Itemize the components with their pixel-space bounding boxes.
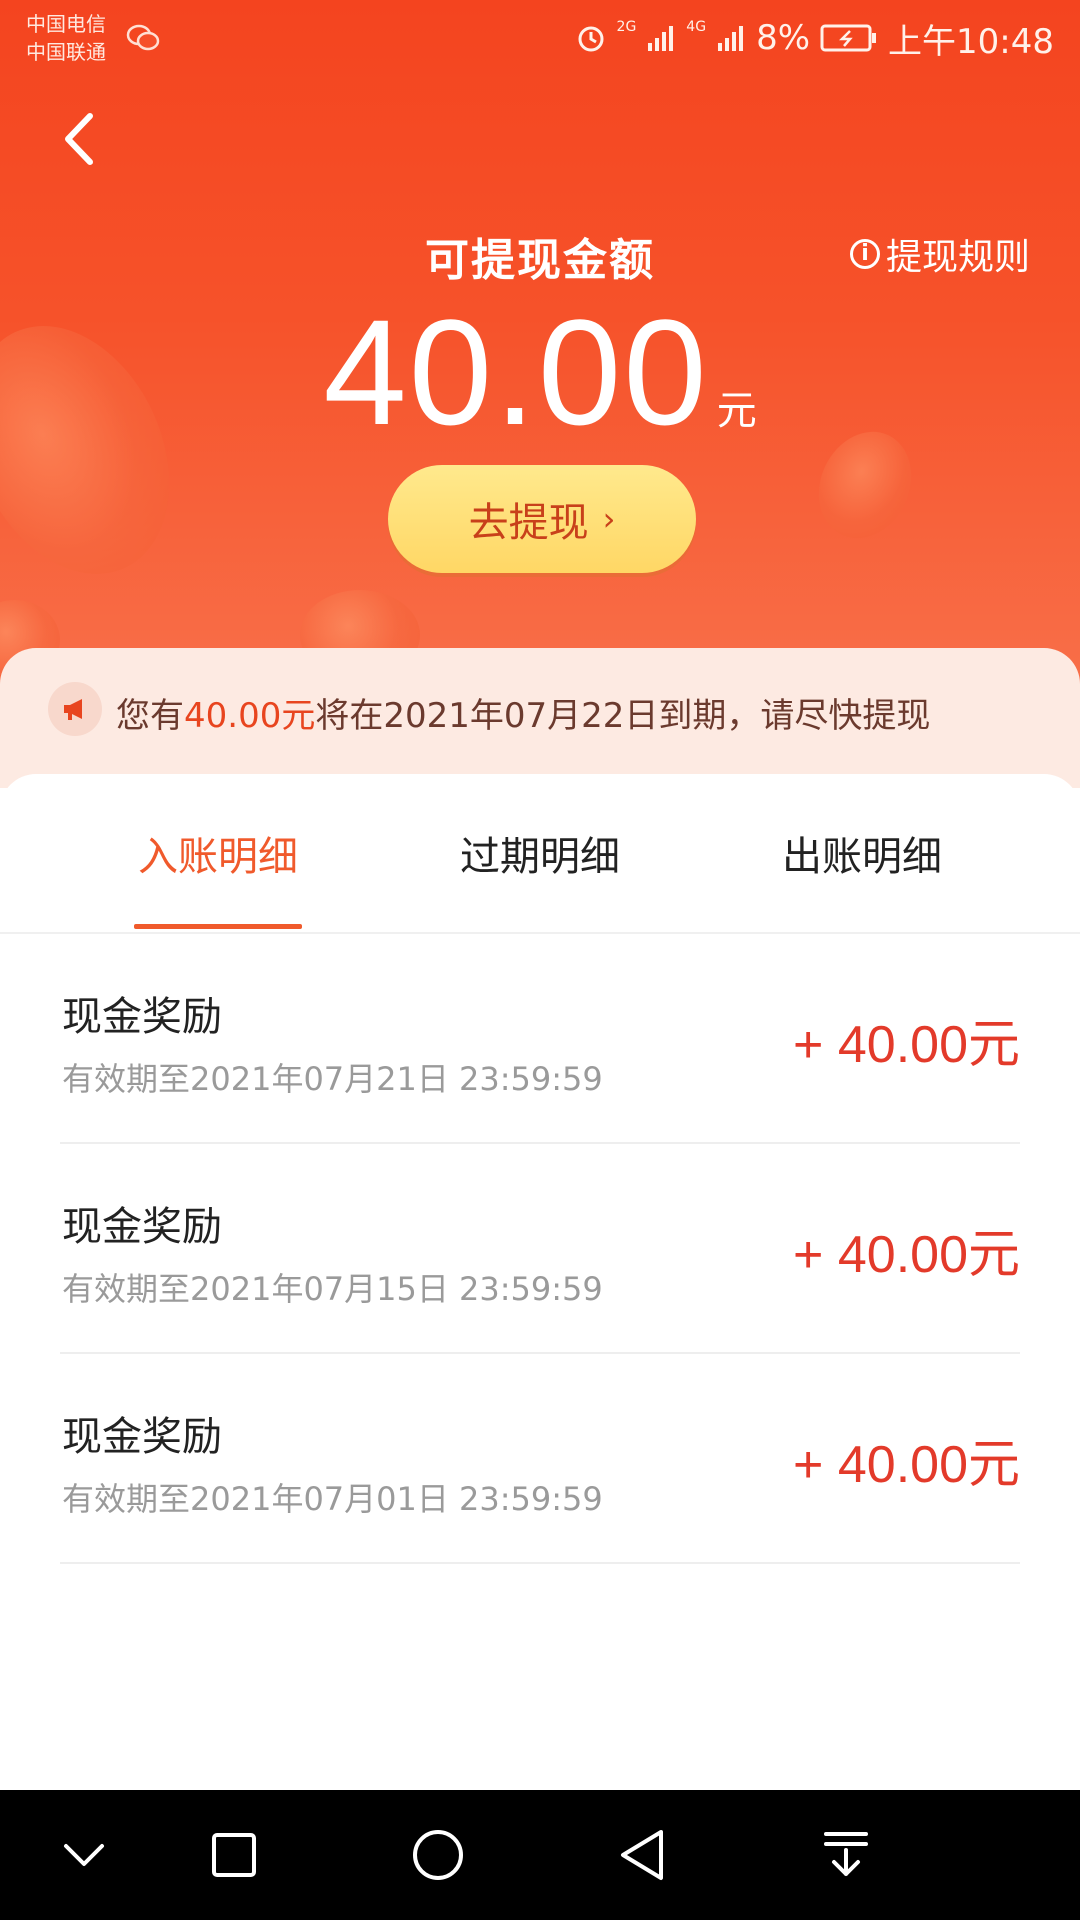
download-icon <box>824 1832 868 1876</box>
nav-recents-button[interactable] <box>174 1790 294 1920</box>
status-indicators: 2G 4G 8% 上午10:48 <box>575 14 1054 62</box>
active-tab-indicator <box>134 924 302 929</box>
status-bar: 中国电信 中国联通 2G 4G 8% 上午10:48 <box>0 0 1080 80</box>
chevron-down-icon <box>64 1844 104 1866</box>
record-amount: + 40.00元 <box>793 1226 1020 1284</box>
nav-hide-button[interactable] <box>24 1790 144 1920</box>
nav-back-button[interactable] <box>582 1790 702 1920</box>
notice-suffix: 将在2021年07月22日到期，请尽快提现 <box>315 696 931 736</box>
square-icon <box>212 1833 256 1877</box>
withdraw-label: 去提现 <box>468 500 589 546</box>
list-item[interactable]: 现金奖励 有效期至2021年07月01日 23:59:59 + 40.00元 <box>60 1354 1020 1564</box>
notice-amount: 40.00元 <box>184 696 316 736</box>
signal-icon <box>648 26 674 51</box>
balance-amount: 40.00 <box>323 288 709 456</box>
detail-tabs: 入账明细 过期明细 出账明细 <box>0 774 1080 932</box>
record-expiry: 有效期至2021年07月01日 23:59:59 <box>62 1480 603 1518</box>
tab-income-details[interactable]: 入账明细 <box>88 824 348 882</box>
system-nav-bar <box>0 1790 1080 1920</box>
network-type-2: 4G <box>686 19 707 35</box>
row-divider <box>60 1562 1020 1564</box>
carrier-1: 中国电信 <box>26 12 106 36</box>
record-expiry: 有效期至2021年07月15日 23:59:59 <box>62 1270 603 1308</box>
withdraw-rules-link[interactable]: i 提现规则 <box>849 228 1030 280</box>
carrier-2: 中国联通 <box>26 40 106 64</box>
expiry-notice-text: 您有40.00元将在2021年07月22日到期，请尽快提现 <box>116 688 930 737</box>
notice-prefix: 您有 <box>116 696 184 736</box>
battery-icon <box>820 24 877 52</box>
battery-percent: 8% <box>756 18 811 58</box>
record-amount: + 40.00元 <box>793 1436 1020 1494</box>
tab-expired-details[interactable]: 过期明细 <box>410 824 670 882</box>
record-expiry: 有效期至2021年07月21日 23:59:59 <box>62 1060 603 1098</box>
circle-icon <box>413 1830 463 1880</box>
megaphone-icon <box>48 682 102 736</box>
info-icon: i <box>849 239 880 269</box>
nav-notification-button[interactable] <box>786 1790 906 1920</box>
network-type-1: 2G <box>616 19 637 35</box>
chevron-left-icon <box>65 113 93 165</box>
signal-icon <box>718 26 744 51</box>
rules-label: 提现规则 <box>885 237 1030 278</box>
wechat-icon <box>126 24 160 51</box>
record-amount: + 40.00元 <box>793 1016 1020 1074</box>
list-item[interactable]: 现金奖励 有效期至2021年07月21日 23:59:59 + 40.00元 <box>60 934 1020 1144</box>
triangle-back-icon <box>621 1830 663 1880</box>
list-item[interactable]: 现金奖励 有效期至2021年07月15日 23:59:59 + 40.00元 <box>60 1144 1020 1354</box>
balance-unit: 元 <box>716 388 757 434</box>
balance-display: 40.00 元 <box>0 286 1080 459</box>
record-name: 现金奖励 <box>62 1204 222 1250</box>
back-button[interactable] <box>50 104 110 174</box>
record-name: 现金奖励 <box>62 1414 222 1460</box>
alarm-icon <box>578 26 604 52</box>
tab-outgoing-details[interactable]: 出账明细 <box>732 824 992 882</box>
clock: 上午10:48 <box>888 21 1054 62</box>
chevron-right-icon: › <box>602 500 616 538</box>
nav-home-button[interactable] <box>378 1790 498 1920</box>
carrier-labels: 中国电信 中国联通 <box>26 10 106 66</box>
record-name: 现金奖励 <box>62 994 222 1040</box>
withdraw-button[interactable]: 去提现 › <box>388 465 696 573</box>
